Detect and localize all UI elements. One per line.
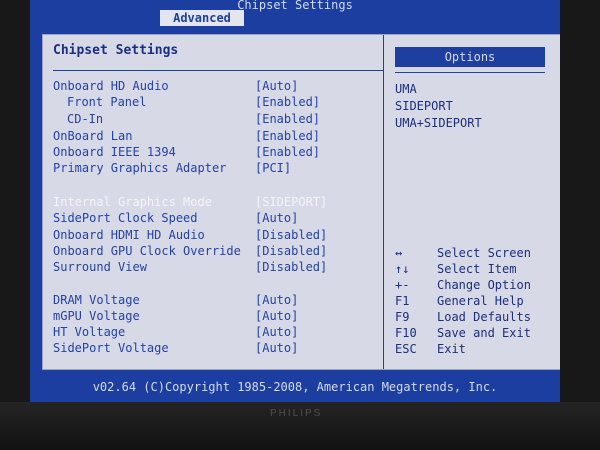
monitor-brand-logo: PHILIPS: [270, 408, 323, 419]
help-panel: Options UMA SIDEPORT UMA+SIDEPORT ↔ Selec…: [385, 35, 560, 369]
key-hint-select-item: ↑↓ Select Item: [395, 262, 517, 276]
options-header: Options: [395, 47, 545, 67]
options-divider: [395, 72, 545, 73]
setting-row-sideport-clock-speed[interactable]: SidePort Clock Speed [Auto]: [43, 209, 383, 227]
setting-row-sideport-voltage[interactable]: SidePort Voltage [Auto]: [43, 339, 383, 357]
setting-label: SidePort Clock Speed: [53, 211, 198, 225]
setting-label: Surround View: [53, 260, 147, 274]
copyright-footer: v02.64 (C)Copyright 1985-2008, American …: [92, 380, 498, 394]
page-title: Chipset Settings: [53, 43, 179, 58]
key-hint-change-option: +- Change Option: [395, 278, 531, 292]
key-hint-load-defaults: F9 Load Defaults: [395, 310, 531, 324]
option-uma[interactable]: UMA: [395, 81, 417, 97]
setting-value[interactable]: [Auto]: [255, 209, 298, 227]
option-sideport[interactable]: SIDEPORT: [395, 98, 453, 114]
setting-value[interactable]: [Enabled]: [255, 93, 320, 111]
key-hint-exit: ESC Exit: [395, 342, 466, 356]
title-divider: [53, 70, 383, 71]
monitor-bezel-left: [0, 0, 30, 402]
tab-advanced[interactable]: Advanced: [160, 10, 244, 26]
setting-row-cd-in[interactable]: CD-In [Enabled]: [43, 110, 383, 128]
setting-value[interactable]: [PCI]: [255, 159, 291, 177]
settings-list-panel: Chipset Settings Onboard HD Audio [Auto]…: [43, 35, 384, 369]
bios-title: Chipset Settings: [237, 0, 353, 12]
option-uma-sideport[interactable]: UMA+SIDEPORT: [395, 115, 482, 131]
key-hint-save-exit: F10 Save and Exit: [395, 326, 531, 340]
setting-row-surround-view[interactable]: Surround View [Disabled]: [43, 258, 383, 276]
setting-row-primary-graphics-adapter[interactable]: Primary Graphics Adapter [PCI]: [43, 159, 383, 177]
setting-label: SidePort Voltage: [53, 341, 169, 355]
setting-label: Primary Graphics Adapter: [53, 161, 227, 175]
plus-minus-icon: +-: [395, 278, 410, 292]
key-hint-select-screen: ↔ Select Screen: [395, 246, 531, 260]
up-down-arrow-icon: ↑↓: [395, 262, 410, 276]
key-hint-general-help: F1 General Help: [395, 294, 524, 308]
setting-row-front-panel[interactable]: Front Panel [Enabled]: [43, 93, 383, 111]
bios-screen: Chipset Settings Advanced Chipset Settin…: [30, 0, 560, 402]
left-right-arrow-icon: ↔: [395, 246, 403, 260]
setting-label: CD-In: [67, 112, 104, 126]
setting-value[interactable]: [Enabled]: [255, 110, 320, 128]
setting-value[interactable]: [Auto]: [255, 339, 298, 357]
setting-label: Front Panel: [67, 95, 147, 109]
setting-value[interactable]: [Disabled]: [255, 258, 327, 276]
monitor-bezel-right: [560, 0, 600, 402]
settings-panel: Chipset Settings Onboard HD Audio [Auto]…: [42, 34, 560, 370]
